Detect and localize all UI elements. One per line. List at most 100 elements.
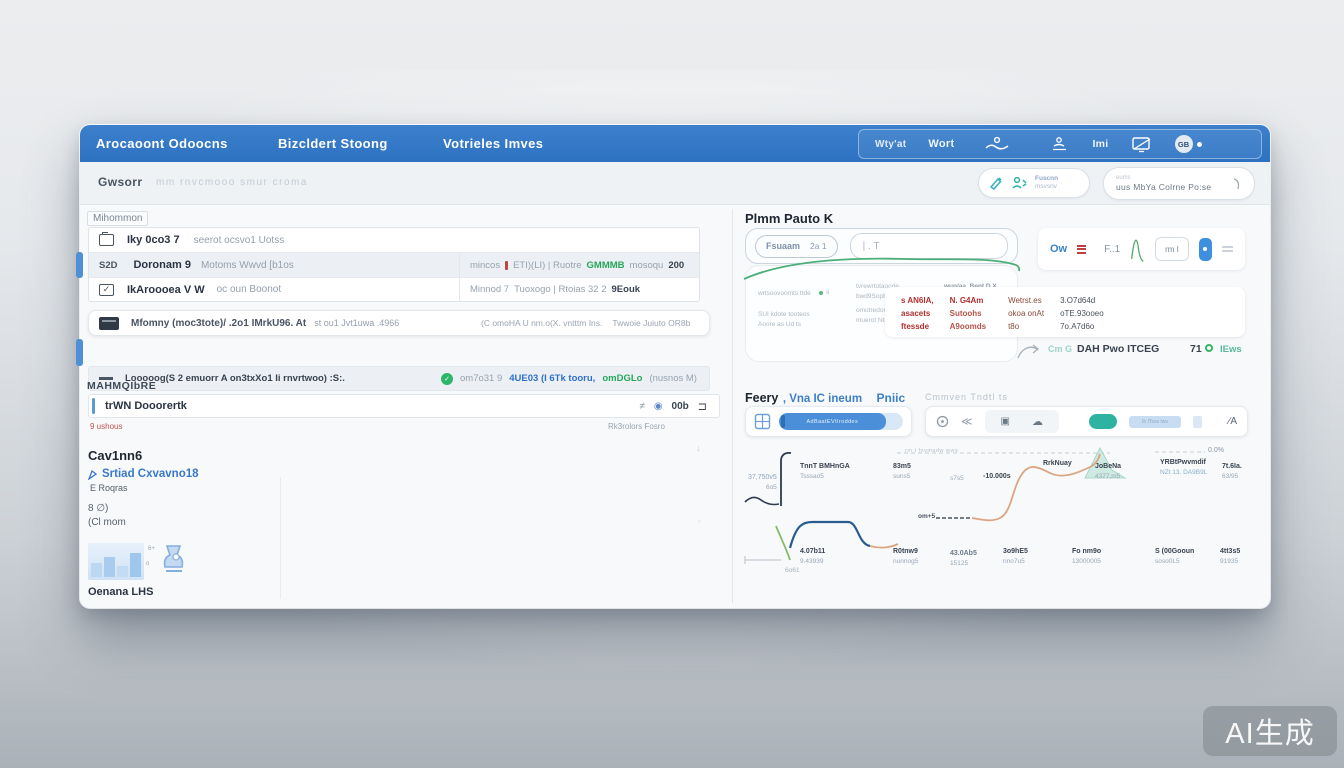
chart-label: RrkNuay: [1043, 460, 1072, 467]
row-subtitle: oc oun Boonot: [217, 284, 282, 295]
stat-line: Aoore as Ud ts: [758, 320, 846, 330]
feery-subtitle: , Vna IC ineum: [783, 393, 862, 405]
chart-label: TnnT BMHnGATsssao5: [800, 463, 850, 480]
pen-icon: [988, 175, 1004, 191]
checkbox-icon[interactable]: [99, 234, 114, 246]
mini-box-button[interactable]: rm I: [1155, 237, 1189, 261]
summary-title: DAH Pwo ITCEG: [1077, 343, 1159, 355]
subpanel-divider: [280, 477, 281, 599]
red-col-4: 3.O7d64d oTE.93ooeo 7o.A7d6o: [1060, 295, 1104, 329]
red-col-3: Wetrst.es okoa onAt t8o: [1008, 295, 1044, 329]
summary-value: 71: [1190, 343, 1202, 355]
metric-value: F..1: [1104, 244, 1120, 255]
task-row-selected[interactable]: Looooog(S 2 emuorr A on3txXo1 Ii rnvrtwo…: [88, 366, 710, 391]
person-underline-icon[interactable]: [1050, 136, 1070, 152]
link-text: Srtiad Cxvavno18: [102, 468, 199, 480]
figure-icon[interactable]: [162, 544, 186, 576]
emoji-icon[interactable]: ◉: [654, 401, 663, 412]
table-row[interactable]: Iky 0co3 7 seerot ocsvo1 Uotss: [89, 228, 699, 252]
cloud-icon[interactable]: ☁: [1032, 415, 1043, 428]
cell-value: 200: [668, 260, 684, 271]
green-ring-icon: [1205, 344, 1213, 352]
toolbar: Gwsorr mm rnvcmooo smur croma Fuscnn msv…: [80, 162, 1270, 205]
stat-bullet-label: ii: [826, 288, 829, 298]
stats-col-1: wrtsoovoomts ttde ii SUI kdote tooteos A…: [758, 282, 846, 361]
bullet-icon: [819, 291, 823, 295]
chart-dash-caption: rm t fnvmadw wws: [905, 448, 958, 454]
checkbox-checked-icon[interactable]: ✓: [99, 284, 114, 296]
table-row[interactable]: ✓ IkAroooea V W oc oun Boonot Minnod 7 T…: [89, 277, 699, 301]
flag-icon: [505, 261, 508, 270]
book-icon: [99, 317, 119, 330]
comments-heading: Cav1nn6: [88, 448, 142, 463]
menu-icon[interactable]: [1222, 246, 1233, 252]
composer[interactable]: trWN Dooorertk ≠ ◉ 00b ⊐: [88, 394, 720, 418]
chart-label: 7t.6Ia.63/95: [1222, 463, 1242, 480]
mini-metric-card: Ow F..1 rm I: [1038, 228, 1245, 270]
header-item-wort[interactable]: Wort: [928, 138, 954, 150]
scroll-down-icon[interactable]: ↓: [696, 443, 701, 453]
slash-a-icon[interactable]: ∕A: [1229, 416, 1237, 427]
row-subtitle: Motoms Wwvd [b1os: [201, 260, 294, 271]
chart-label: 3o9hE5nno7u5: [1003, 548, 1028, 565]
header-item-west[interactable]: Wty'at: [875, 139, 906, 150]
scope-caption: eums: [1116, 174, 1232, 182]
header-item-imi[interactable]: Imi: [1092, 138, 1108, 150]
message-row[interactable]: Mfomny (moc3tote)/ .2o1 IMrkU96. At st o…: [88, 310, 710, 336]
row-badge: S2D: [99, 260, 117, 271]
actions-caption-2: msvsnv: [1035, 183, 1058, 191]
send-icon[interactable]: ⊐: [698, 400, 707, 413]
row-title: Mfomny (moc3tote)/ .2o1 IMrkU96. At: [131, 318, 306, 329]
row-accent-1: [76, 252, 83, 278]
feery-tag[interactable]: Pniic: [877, 391, 906, 405]
link-row[interactable]: Srtiad Cxvavno18: [88, 468, 199, 480]
link-subtext: E Roqras: [90, 483, 128, 493]
stat-line: SUI kdote tooteos: [758, 310, 846, 320]
search-input[interactable]: mm rnvcmooo smur croma: [156, 177, 308, 188]
person-gear-icon: [1011, 175, 1028, 191]
sparkline: [1130, 231, 1145, 267]
quick-actions-button[interactable]: Fuscnn msvsnv: [978, 168, 1090, 198]
composer-counter: 00b: [672, 401, 689, 412]
feery-heading: Feery , Vna IC ineum Pniic: [745, 389, 905, 407]
search-label: Gwsorr: [98, 175, 142, 189]
filter-badge: 2a 1: [810, 241, 827, 251]
person-wave-icon[interactable]: [984, 136, 1010, 152]
controls-card: ≪ ▣ ☁ Ih ITsss Iws ∕A: [925, 406, 1248, 437]
hook-icon: [1232, 177, 1242, 191]
sort-bars-icon: [1077, 245, 1086, 254]
progress-bar[interactable]: AdBaatEVtIroddes: [779, 413, 903, 430]
app-window: Arocaoont Odoocns Bizcldert Stoong Votri…: [80, 125, 1270, 608]
attachment-icon[interactable]: ≠: [639, 401, 645, 412]
table-row-selected[interactable]: S2D Doronam 9 Motoms Wwvd [b1os mincos E…: [89, 252, 699, 277]
scope-search-button[interactable]: eums uus MbYa Colrne Po:se: [1103, 167, 1255, 200]
cell-value: 9Eouk: [612, 284, 641, 295]
mini-chart-thumbnail[interactable]: [88, 543, 144, 580]
tab-account[interactable]: Arocaoont Odoocns: [96, 136, 228, 151]
row-right-cell: ✓ om7o31 9 4UE03 (I 6Tk tooru, omDGLo (n…: [441, 373, 697, 385]
toggle-on[interactable]: [1089, 414, 1117, 429]
column-divider: [732, 209, 733, 603]
row-accent-2: [76, 339, 83, 366]
cell-text: Tuoxogo | Rtoias 32 2: [514, 284, 606, 295]
progress-card: AdBaatEVtIroddes: [745, 406, 912, 437]
header-right-group: Wty'at Wort Imi GB: [858, 129, 1262, 159]
avatar[interactable]: GB: [1175, 135, 1202, 153]
stat-line: wrtsoovoomts ttde: [758, 290, 811, 297]
mini-progress[interactable]: Ih ITsss Iws: [1129, 416, 1181, 428]
tab-braden[interactable]: Bizcldert Stoong: [278, 136, 388, 151]
composer-accent: [92, 398, 95, 414]
chevrons-icon[interactable]: ≪: [961, 415, 973, 428]
message-input[interactable]: trWN Dooorertk: [105, 400, 187, 412]
header-bar: Arocaoont Odoocns Bizcldert Stoong Votri…: [80, 125, 1270, 162]
tab-variables[interactable]: Votrieles Imves: [443, 136, 543, 151]
pen-nib-icon: [88, 469, 97, 480]
export-icon[interactable]: ▣: [1001, 416, 1010, 427]
monitor-slash-icon[interactable]: [1131, 136, 1153, 153]
chart-label: 43.0Ab515125: [950, 550, 977, 567]
primary-mini-button[interactable]: [1199, 238, 1212, 261]
analytics-heading: Plmm Pauto K: [745, 211, 833, 226]
cell-text: Minnod 7: [470, 284, 509, 295]
row-title: Looooog(S 2 emuorr A on3txXo1 Ii rnvrtwo…: [125, 373, 345, 384]
target-icon[interactable]: [936, 415, 949, 428]
